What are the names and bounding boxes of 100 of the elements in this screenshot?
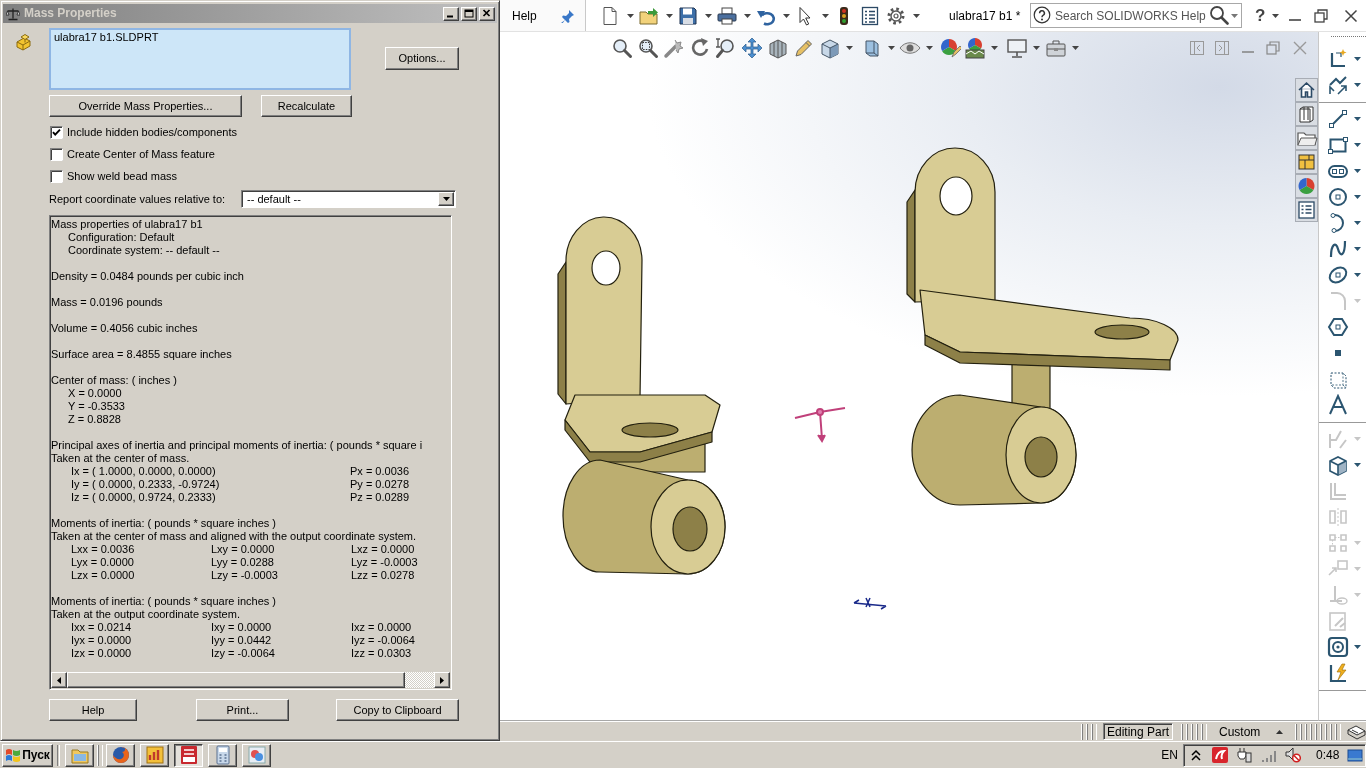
caret-icon[interactable] bbox=[822, 13, 829, 18]
clock[interactable]: 0:48 bbox=[1316, 748, 1340, 762]
monitor-icon[interactable] bbox=[1006, 37, 1028, 59]
spline-icon[interactable] bbox=[1327, 238, 1349, 260]
restore-icon[interactable] bbox=[1314, 8, 1329, 23]
rotate-icon[interactable] bbox=[689, 37, 711, 59]
target-icon[interactable] bbox=[1327, 636, 1349, 658]
letter-a-icon[interactable] bbox=[1327, 394, 1349, 416]
list-icon[interactable] bbox=[1295, 198, 1318, 222]
help-tab[interactable]: Help bbox=[500, 0, 586, 31]
caret-icon[interactable] bbox=[888, 46, 895, 50]
settings-icon[interactable] bbox=[886, 5, 906, 26]
start-button[interactable]: Пуск bbox=[2, 743, 53, 767]
color-wheel-icon[interactable] bbox=[1295, 174, 1318, 198]
scene-icon[interactable] bbox=[964, 37, 986, 59]
circle-icon[interactable] bbox=[1327, 186, 1349, 208]
caret-icon[interactable] bbox=[1272, 13, 1280, 18]
cube-icon[interactable] bbox=[1327, 454, 1349, 476]
caret-icon[interactable] bbox=[1231, 14, 1238, 18]
caret-icon[interactable] bbox=[1033, 46, 1040, 50]
dropdown-arrow-icon[interactable] bbox=[442, 197, 450, 201]
caret-icon[interactable] bbox=[627, 13, 634, 18]
speaker-muted-icon[interactable] bbox=[1285, 747, 1301, 763]
layout-grid-icon[interactable] bbox=[1295, 150, 1318, 174]
checkbox[interactable] bbox=[50, 169, 63, 183]
caret-icon[interactable] bbox=[1354, 143, 1361, 147]
zoom-area-icon[interactable] bbox=[637, 37, 659, 59]
caret-icon[interactable] bbox=[1072, 46, 1079, 50]
folder-icon[interactable] bbox=[639, 5, 659, 26]
lightning-icon[interactable] bbox=[1327, 662, 1349, 684]
magnifier-icon[interactable] bbox=[611, 37, 633, 59]
striped-block-icon[interactable] bbox=[767, 37, 789, 59]
close-icon[interactable] bbox=[1344, 8, 1359, 23]
caret-icon[interactable] bbox=[926, 46, 933, 50]
caret-icon[interactable] bbox=[1354, 83, 1361, 87]
caret-icon[interactable] bbox=[1354, 57, 1361, 61]
checkbox[interactable] bbox=[50, 147, 63, 161]
minimize-button[interactable] bbox=[443, 6, 459, 21]
caret-icon[interactable] bbox=[991, 46, 998, 50]
save-icon[interactable] bbox=[678, 5, 698, 26]
pin-icon[interactable] bbox=[561, 8, 575, 23]
toolbox-icon[interactable] bbox=[1045, 37, 1067, 59]
taskbar-button[interactable] bbox=[174, 743, 203, 767]
right-arrow-icon[interactable] bbox=[440, 676, 444, 684]
dimension-icon[interactable] bbox=[1327, 74, 1349, 96]
caret-icon[interactable] bbox=[1354, 117, 1361, 121]
pan-icon[interactable] bbox=[741, 37, 763, 59]
caret-icon[interactable] bbox=[744, 13, 751, 18]
scrollbar-thumb[interactable] bbox=[67, 672, 405, 688]
caret-icon[interactable] bbox=[1354, 645, 1361, 649]
dialog-button[interactable]: Print... bbox=[196, 699, 289, 721]
help-menu-button[interactable]: ? bbox=[1255, 6, 1266, 25]
tile-icon[interactable] bbox=[1212, 747, 1228, 763]
caret-icon[interactable] bbox=[1354, 247, 1361, 251]
horizontal-scrollbar[interactable] bbox=[51, 672, 450, 688]
caret-icon[interactable] bbox=[846, 46, 853, 50]
help-icon[interactable] bbox=[1033, 6, 1051, 24]
list-icon[interactable] bbox=[860, 5, 880, 26]
dialog-button[interactable]: Copy to Clipboard bbox=[336, 699, 459, 721]
caret-up-icon[interactable] bbox=[1276, 729, 1283, 734]
caret-icon[interactable] bbox=[705, 13, 712, 18]
search-icon[interactable] bbox=[1209, 5, 1229, 25]
cube-icon[interactable] bbox=[819, 37, 841, 59]
pencil-icon[interactable] bbox=[793, 37, 815, 59]
chevron-up-icon[interactable] bbox=[1190, 747, 1202, 763]
caret-icon[interactable] bbox=[1354, 195, 1361, 199]
desktop-icon[interactable] bbox=[1347, 747, 1363, 763]
list-item[interactable]: ulabra17 b1.SLDPRT bbox=[54, 31, 159, 44]
caret-icon[interactable] bbox=[913, 13, 920, 18]
caret-icon[interactable] bbox=[1354, 221, 1361, 225]
wand-icon[interactable] bbox=[663, 37, 685, 59]
selection-list[interactable]: ulabra17 b1.SLDPRT bbox=[49, 28, 351, 90]
checkbox[interactable] bbox=[50, 125, 63, 139]
line-icon[interactable] bbox=[1327, 108, 1349, 130]
close-button[interactable] bbox=[479, 6, 495, 21]
search-field[interactable]: Search SOLIDWORKS Help bbox=[1030, 3, 1242, 28]
override-button[interactable]: Override Mass Properties... bbox=[49, 95, 242, 117]
home-icon[interactable] bbox=[1295, 78, 1318, 102]
hexagon-icon[interactable] bbox=[1327, 316, 1349, 338]
folder-icon[interactable] bbox=[1295, 126, 1318, 150]
rectangle-icon[interactable] bbox=[1327, 134, 1349, 156]
coordinate-dropdown[interactable]: -- default -- bbox=[241, 190, 456, 208]
caret-icon[interactable] bbox=[666, 13, 673, 18]
options-button[interactable]: Options... bbox=[385, 47, 459, 70]
color-ball-icon[interactable] bbox=[939, 37, 961, 59]
printer-icon[interactable] bbox=[717, 5, 737, 26]
dialog-button[interactable]: Help bbox=[49, 699, 137, 721]
maximize-button[interactable] bbox=[461, 6, 477, 21]
ellipse-icon[interactable] bbox=[1327, 264, 1349, 286]
zoom-icon[interactable] bbox=[715, 37, 737, 59]
caret-icon[interactable] bbox=[1354, 273, 1361, 277]
recalculate-button[interactable]: Recalculate bbox=[261, 95, 352, 117]
tag-icon[interactable] bbox=[1347, 723, 1366, 740]
document-stack-icon[interactable] bbox=[1295, 102, 1318, 126]
left-arrow-icon[interactable] bbox=[57, 676, 61, 684]
plug-icon[interactable] bbox=[1236, 747, 1252, 763]
caret-icon[interactable] bbox=[1354, 463, 1361, 467]
caret-icon[interactable] bbox=[783, 13, 790, 18]
language-indicator[interactable]: EN bbox=[1161, 748, 1178, 762]
caret-icon[interactable] bbox=[1354, 169, 1361, 173]
